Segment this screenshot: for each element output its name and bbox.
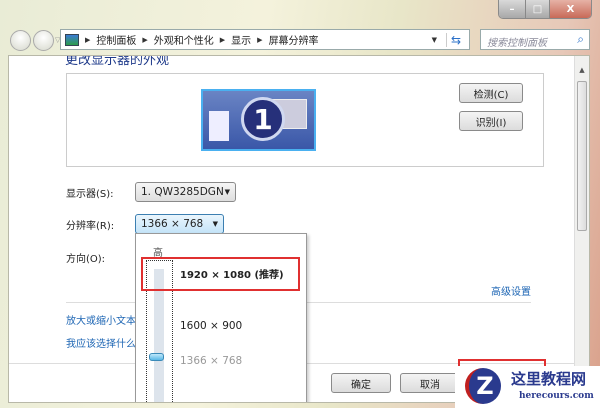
breadcrumb-item[interactable]: 控制面板 [96, 32, 136, 47]
window-controls: – □ X [498, 0, 592, 19]
scroll-up-icon[interactable]: ▲ [575, 66, 589, 74]
resolution-option[interactable]: 1600 × 900 [180, 320, 242, 332]
back-button[interactable] [10, 30, 31, 51]
orientation-label: 方向(O): [66, 254, 106, 265]
resolution-select[interactable]: 1366 × 768 ▼ [135, 214, 224, 234]
cancel-button[interactable]: 取消 [400, 373, 460, 393]
window-thumbnail-icon [209, 111, 229, 141]
content-pane: 更改显示器的外观 1 检测(C) 识别(I) 显示器(S): 1. QW3285… [8, 55, 590, 403]
breadcrumb-item[interactable]: 显示 [231, 32, 251, 47]
search-input[interactable]: 搜索控制面板 ⌕ [480, 29, 590, 50]
page-title: 更改显示器的外观 [65, 55, 170, 68]
forward-button[interactable] [33, 30, 54, 51]
resolution-label: 分辨率(R): [66, 221, 115, 232]
dropdown-icon[interactable]: ▼ [432, 36, 437, 44]
chevron-right-icon: ▶ [257, 35, 263, 44]
display-value: 1. QW3285DGN [141, 186, 224, 198]
highlight-box [141, 257, 300, 291]
watermark: Z 这里教程网 herecours.com [455, 366, 600, 408]
text-size-link[interactable]: 放大或缩小文本 [66, 312, 136, 327]
scrollbar-thumb[interactable] [577, 81, 587, 231]
chevron-right-icon: ▶ [142, 35, 148, 44]
resolution-dropdown: 高 1920 × 1080 (推荐) 1600 × 900 1366 × 768 [135, 233, 307, 402]
chevron-right-icon: ▶ [85, 35, 91, 44]
search-icon[interactable]: ⌕ [577, 32, 584, 47]
breadcrumb-item[interactable]: 屏幕分辨率 [269, 32, 319, 47]
address-bar[interactable]: ▶ 控制面板 ▶ 外观和个性化 ▶ 显示 ▶ 屏幕分辨率 ▼ ⇆ [60, 29, 470, 50]
search-placeholder: 搜索控制面板 [487, 38, 547, 49]
control-panel-icon [65, 33, 79, 46]
advanced-settings-link[interactable]: 高级设置 [491, 283, 531, 298]
monitor-preview: 1 检测(C) 识别(I) [66, 73, 544, 167]
chevron-down-icon: ▼ [212, 220, 218, 228]
identify-button[interactable]: 识别(I) [459, 111, 523, 131]
monitor-number: 1 [241, 97, 285, 141]
maximize-button[interactable]: □ [525, 0, 549, 18]
slider-thumb[interactable] [149, 353, 164, 361]
resolution-value: 1366 × 768 [141, 218, 204, 230]
detect-button[interactable]: 检测(C) [459, 83, 523, 103]
watermark-logo-icon: Z [465, 368, 501, 404]
watermark-url: herecours.com [519, 391, 594, 401]
close-button[interactable]: X [549, 0, 591, 18]
display-select[interactable]: 1. QW3285DGN ▼ [135, 182, 236, 202]
resolution-option[interactable]: 1366 × 768 [180, 355, 242, 367]
refresh-icon[interactable]: ⇆ [445, 32, 461, 47]
watermark-title: 这里教程网 [511, 370, 587, 388]
chevron-right-icon: ▶ [219, 35, 226, 44]
ok-button[interactable]: 确定 [331, 373, 391, 393]
display-label: 显示器(S): [66, 189, 114, 200]
minimize-button[interactable]: – [499, 0, 525, 18]
help-link[interactable]: 我应该选择什么 [66, 335, 136, 350]
monitor-1[interactable]: 1 [201, 89, 316, 151]
breadcrumb-item[interactable]: 外观和个性化 [154, 32, 214, 47]
scrollbar[interactable]: ▲ [574, 56, 589, 402]
chevron-down-icon: ▼ [224, 188, 230, 196]
